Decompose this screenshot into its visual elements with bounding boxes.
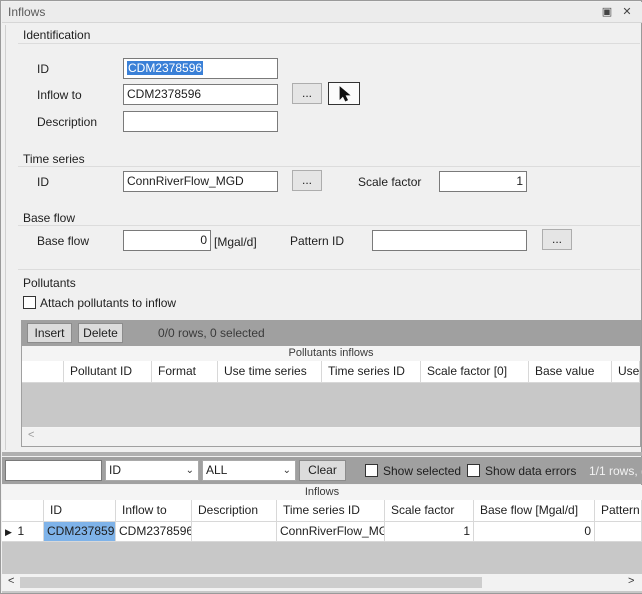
cell-base-flow[interactable]: 0 [474, 522, 595, 542]
scroll-left-icon[interactable]: < [28, 429, 34, 441]
inflows-header-corner [2, 500, 44, 522]
pick-node-button[interactable] [328, 82, 360, 105]
pointer-cursor-icon [339, 86, 351, 102]
inflow-to-label: Inflow to [37, 88, 82, 102]
show-data-errors-label: Show data errors [485, 464, 577, 478]
inflows-col-header[interactable]: Description [192, 500, 277, 522]
insert-button[interactable]: Insert [27, 323, 72, 343]
scale-factor-label: Scale factor [358, 175, 422, 189]
time-series-browse-button[interactable]: ... [292, 170, 322, 191]
inflows-col-header[interactable]: Base flow [Mgal/d] [474, 500, 595, 522]
clear-filter-button[interactable]: Clear [299, 460, 346, 481]
cell-scale-factor[interactable]: 1 [385, 522, 474, 542]
time-series-divider [18, 166, 640, 167]
filter-bar: ID ⌄ ALL ⌄ Clear Show selected Show data… [2, 457, 642, 484]
pollutants-grid: Pollutants inflows Pollutant ID Format U… [21, 345, 641, 447]
pollutants-toolbar: Insert Delete 0/0 rows, 0 selected [21, 320, 641, 345]
filter-rows-status: 1/1 rows, ( [589, 464, 642, 478]
scroll-left-icon[interactable]: < [8, 575, 14, 587]
pollutants-group-title: Pollutants [23, 276, 76, 290]
scale-factor-field[interactable]: 1 [439, 171, 527, 192]
pollutants-col-header[interactable]: Use time series [218, 361, 322, 383]
table-row[interactable]: ▶ 1 CDM2378596 CDM2378596 ConnRiverFlow_… [2, 522, 642, 542]
chevron-down-icon: ⌄ [282, 465, 291, 476]
pollutants-grid-header: Pollutant ID Format Use time series Time… [22, 361, 640, 383]
pollutants-grid-empty-area [22, 383, 640, 427]
pollutants-col-header[interactable]: Use [612, 361, 640, 383]
pollutants-rows-status: 0/0 rows, 0 selected [158, 326, 265, 340]
inflows-col-header[interactable]: Pattern [595, 500, 642, 522]
close-icon[interactable]: ✕ [620, 5, 634, 19]
pollutants-col-header[interactable]: Scale factor [0] [421, 361, 529, 383]
pollutants-col-header[interactable]: Format [152, 361, 218, 383]
filter-scope-select[interactable]: ALL ⌄ [202, 460, 296, 481]
pollutants-col-header[interactable]: Base value [529, 361, 612, 383]
cell-inflow-to[interactable]: CDM2378596 [116, 522, 192, 542]
pattern-id-field[interactable] [372, 230, 527, 251]
delete-button[interactable]: Delete [78, 323, 123, 343]
base-flow-label: Base flow [37, 234, 90, 248]
base-flow-divider [18, 225, 640, 226]
panel-splitter[interactable] [2, 452, 642, 456]
inflow-editor-panel: Identification ID CDM2378596 Inflow to C… [5, 25, 641, 450]
time-series-group-title: Time series [23, 152, 85, 166]
cell-time-series-id[interactable]: ConnRiverFlow_MGD [277, 522, 385, 542]
inflows-col-header[interactable]: ID [44, 500, 116, 522]
inflows-window: Inflows ▣ ✕ Identification ID CDM2378596… [0, 0, 642, 594]
description-label: Description [37, 115, 98, 129]
filter-field-select[interactable]: ID ⌄ [105, 460, 199, 481]
pollutants-col-header[interactable]: Pollutant ID [64, 361, 152, 383]
description-field[interactable] [123, 111, 278, 132]
restore-icon[interactable]: ▣ [600, 5, 614, 19]
pollutants-horizontal-scrollbar[interactable]: < [22, 428, 640, 446]
base-flow-group-title: Base flow [23, 211, 76, 225]
pollutants-top-divider [18, 269, 640, 270]
show-data-errors-checkbox[interactable] [467, 464, 480, 477]
id-field-value: CDM2378596 [127, 61, 204, 75]
id-field[interactable]: CDM2378596 [123, 58, 278, 79]
identification-divider [18, 43, 640, 44]
inflows-col-header[interactable]: Time series ID [277, 500, 385, 522]
time-series-id-label: ID [37, 175, 49, 189]
inflows-col-header[interactable]: Scale factor [385, 500, 474, 522]
inflows-table: Inflows ID Inflow to Description Time se… [2, 485, 642, 593]
time-series-id-field[interactable]: ConnRiverFlow_MGD [123, 171, 278, 192]
row-index: 1 [17, 524, 25, 538]
identification-group-title: Identification [23, 28, 91, 42]
attach-pollutants-checkbox[interactable] [23, 296, 36, 309]
cell-id[interactable]: CDM2378596 [44, 522, 116, 542]
row-header[interactable]: ▶ 1 [2, 522, 44, 542]
cell-pattern[interactable] [595, 522, 642, 542]
inflow-to-field[interactable]: CDM2378596 [123, 84, 278, 105]
inflows-col-header[interactable]: Inflow to [116, 500, 192, 522]
show-selected-checkbox[interactable] [365, 464, 378, 477]
chevron-down-icon: ⌄ [185, 465, 194, 476]
base-flow-field[interactable]: 0 [123, 230, 211, 251]
pattern-browse-button[interactable]: ... [542, 229, 572, 250]
window-title: Inflows [8, 5, 46, 19]
inflows-table-header: ID Inflow to Description Time series ID … [2, 500, 642, 522]
current-row-marker-icon: ▶ [5, 527, 12, 537]
cell-description[interactable] [192, 522, 277, 542]
inflows-horizontal-scrollbar[interactable]: < > [2, 574, 642, 591]
attach-pollutants-label: Attach pollutants to inflow [40, 296, 177, 310]
pollutants-header-corner [22, 361, 64, 383]
filter-field-value: ID [109, 463, 121, 477]
inflows-table-title: Inflows [2, 485, 642, 500]
pollutants-col-header[interactable]: Time series ID [322, 361, 421, 383]
id-label: ID [37, 62, 49, 76]
filter-scope-value: ALL [206, 463, 228, 477]
scrollbar-thumb[interactable] [20, 577, 482, 588]
pattern-id-label: Pattern ID [290, 234, 345, 248]
inflow-to-browse-button[interactable]: ... [292, 83, 322, 104]
scroll-right-icon[interactable]: > [628, 575, 634, 587]
show-selected-label: Show selected [383, 464, 462, 478]
pollutants-grid-title: Pollutants inflows [288, 347, 374, 359]
title-bar: Inflows ▣ ✕ [2, 2, 642, 23]
base-flow-unit: [Mgal/d] [214, 235, 257, 249]
filter-search-input[interactable] [5, 460, 102, 481]
